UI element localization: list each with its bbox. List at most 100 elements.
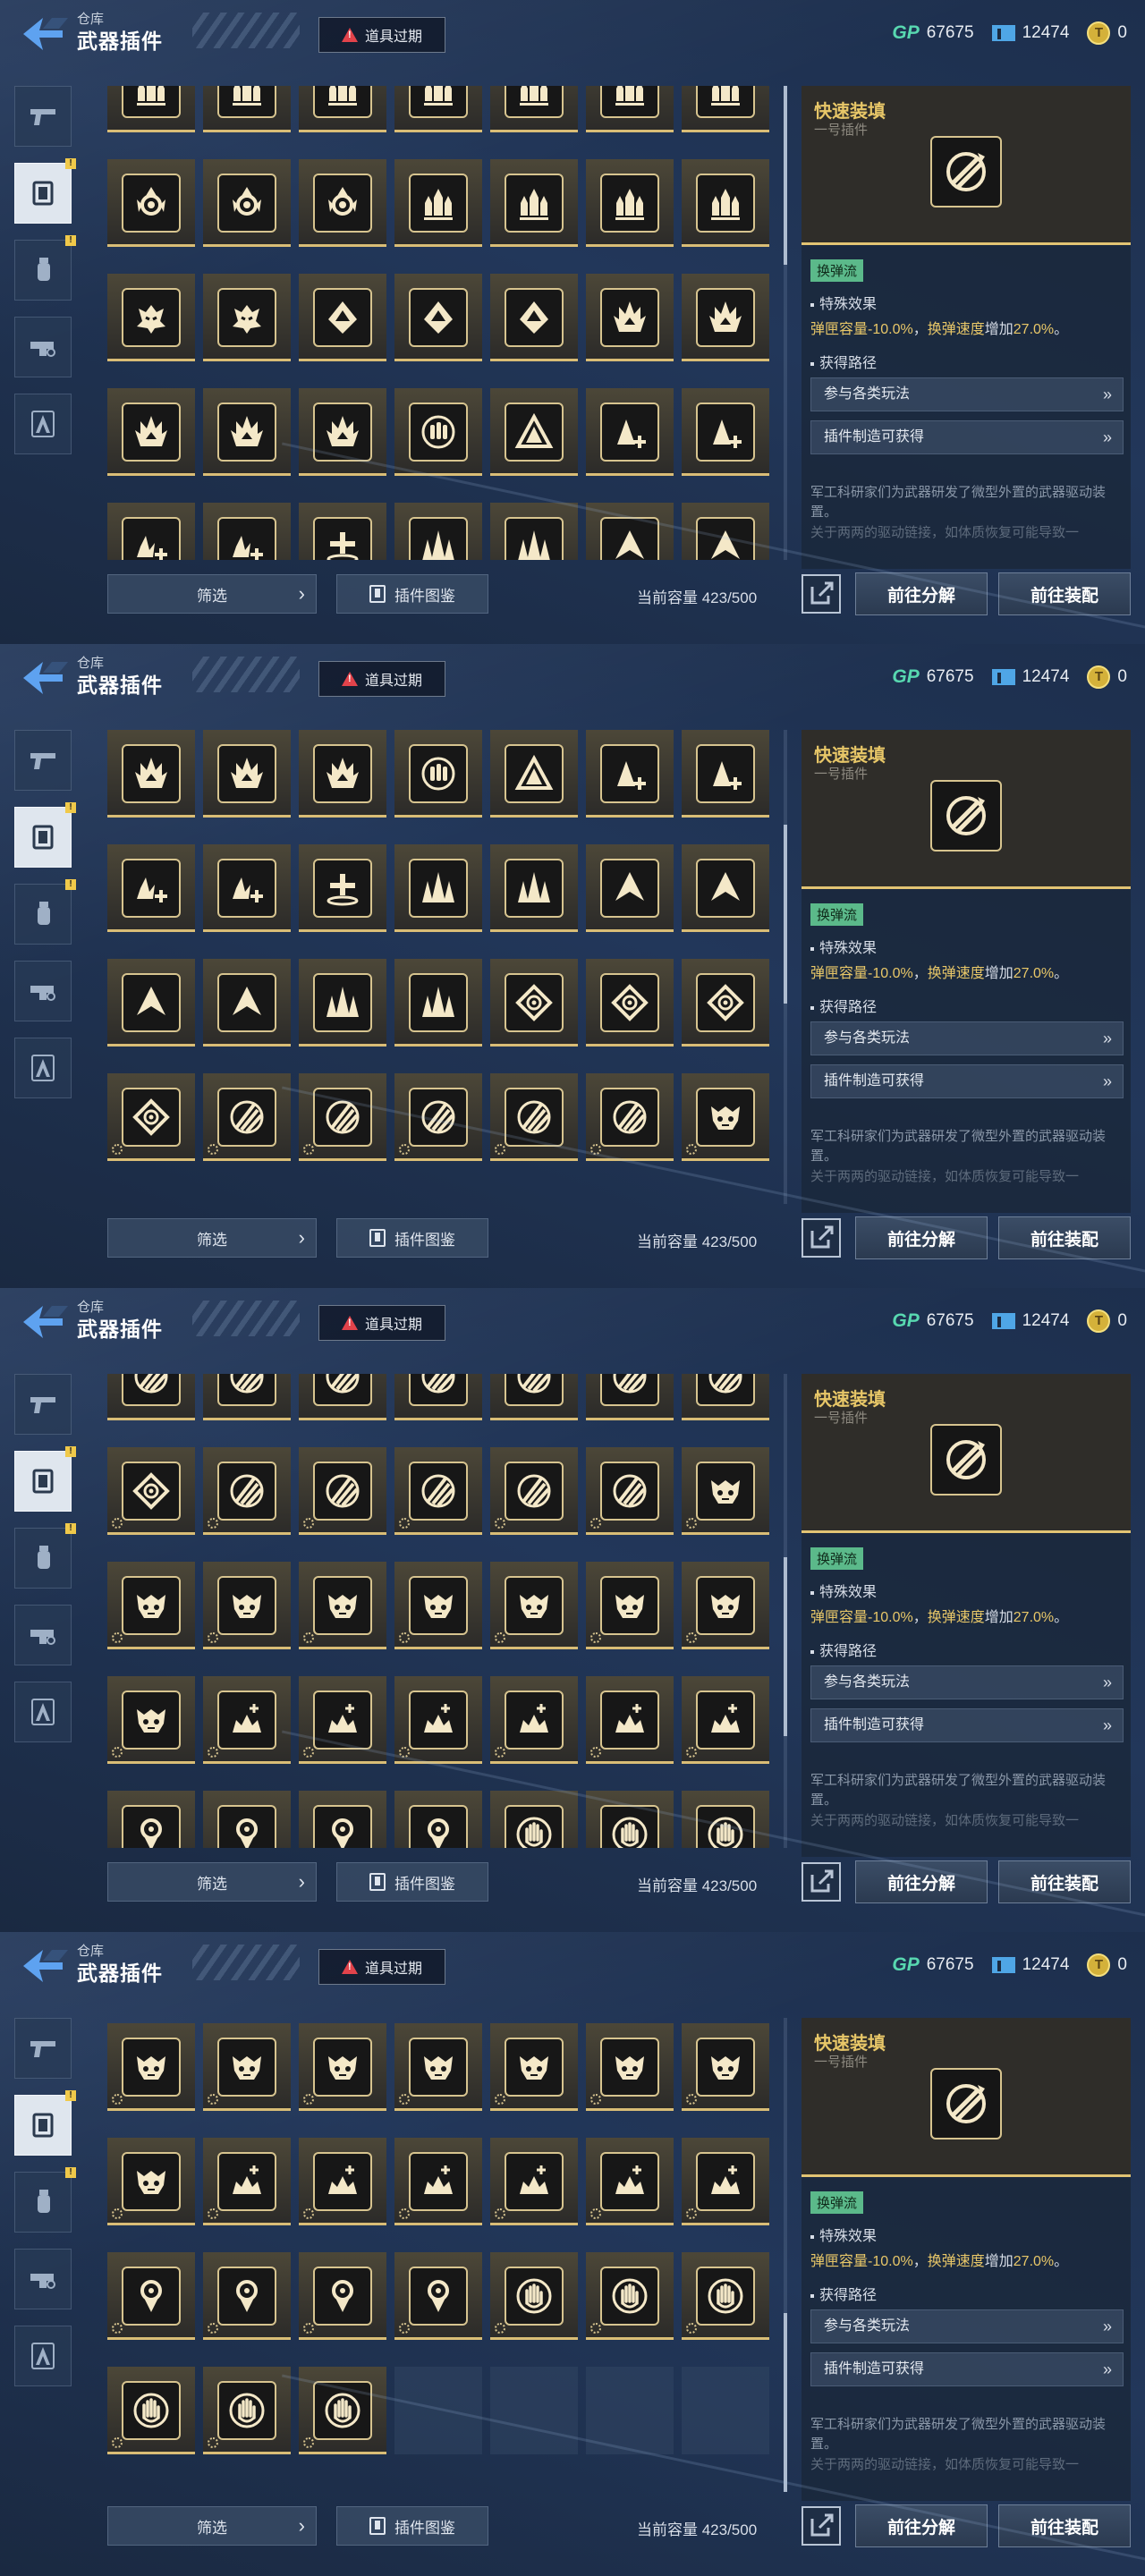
plugin-card[interactable]	[299, 388, 386, 476]
plugin-card[interactable]	[107, 1791, 195, 1848]
plugin-card[interactable]	[203, 1447, 291, 1535]
share-button[interactable]	[802, 1218, 841, 1258]
plugin-card[interactable]	[490, 2252, 578, 2340]
plugin-card[interactable]	[203, 2138, 291, 2225]
plugin-card[interactable]	[107, 2138, 195, 2225]
scrollbar-thumb[interactable]	[784, 1556, 787, 1736]
plugin-card[interactable]	[203, 1073, 291, 1161]
plugin-card[interactable]	[682, 86, 769, 132]
plugin-card[interactable]	[682, 2252, 769, 2340]
plugin-card[interactable]	[299, 1374, 386, 1420]
plugin-card[interactable]	[490, 503, 578, 560]
plugin-card[interactable]	[394, 1791, 482, 1848]
plugin-card[interactable]	[490, 2023, 578, 2111]
plugin-card[interactable]	[299, 959, 386, 1046]
plugin-card[interactable]	[203, 730, 291, 818]
sidebar-tab-pistol[interactable]	[14, 1374, 72, 1435]
plugin-card[interactable]	[490, 1374, 578, 1420]
plugin-card[interactable]	[394, 1073, 482, 1161]
plugin-card[interactable]	[299, 1791, 386, 1848]
plugin-card[interactable]	[490, 959, 578, 1046]
plugin-card[interactable]	[490, 1447, 578, 1535]
plugin-card[interactable]	[299, 503, 386, 560]
plugin-card[interactable]	[586, 86, 674, 132]
plugin-card[interactable]	[682, 959, 769, 1046]
filter-button[interactable]: 筛选 ›	[107, 1218, 317, 1258]
plugin-card[interactable]	[394, 2252, 482, 2340]
plugin-card[interactable]	[586, 1447, 674, 1535]
plugin-card[interactable]	[203, 2367, 291, 2454]
sidebar-tab-weapon-mod[interactable]	[14, 1605, 72, 1665]
plugin-card[interactable]	[394, 159, 482, 247]
sidebar-tab-grenade[interactable]: !	[14, 2167, 76, 2233]
plugin-card[interactable]	[107, 1374, 195, 1420]
plugin-card[interactable]	[490, 1073, 578, 1161]
filter-button[interactable]: 筛选 ›	[107, 574, 317, 614]
back-button[interactable]	[16, 11, 70, 57]
plugin-card[interactable]	[203, 503, 291, 560]
plugin-card[interactable]	[394, 388, 482, 476]
back-button[interactable]	[16, 1943, 70, 1989]
sidebar-tab-weapon-mod[interactable]	[14, 2249, 72, 2309]
sidebar-tab-grenade[interactable]: !	[14, 235, 76, 301]
route-button-crafting[interactable]: 插件制造可获得 »	[810, 420, 1124, 454]
plugin-card[interactable]	[490, 86, 578, 132]
plugin-card[interactable]	[394, 959, 482, 1046]
plugin-card[interactable]	[490, 844, 578, 932]
plugin-card[interactable]	[586, 2138, 674, 2225]
back-button[interactable]	[16, 1299, 70, 1345]
expired-items-button[interactable]: 道具过期	[318, 1305, 445, 1341]
plugin-card[interactable]	[682, 388, 769, 476]
plugin-card[interactable]	[203, 2023, 291, 2111]
go-equip-button[interactable]: 前往装配	[998, 572, 1131, 615]
go-equip-button[interactable]: 前往装配	[998, 1216, 1131, 1259]
plugin-card[interactable]	[682, 1562, 769, 1649]
plugin-card[interactable]	[299, 2367, 386, 2454]
plugin-card[interactable]	[682, 1791, 769, 1848]
sidebar-tab-character[interactable]	[14, 394, 72, 454]
plugin-card[interactable]	[394, 1374, 482, 1420]
route-button-crafting[interactable]: 插件制造可获得 »	[810, 2352, 1124, 2386]
plugin-card[interactable]	[107, 2367, 195, 2454]
plugin-card[interactable]	[394, 1676, 482, 1764]
plugin-card[interactable]	[107, 2023, 195, 2111]
share-button[interactable]	[802, 2506, 841, 2546]
share-button[interactable]	[802, 1862, 841, 1902]
sidebar-tab-weapon-mod[interactable]	[14, 961, 72, 1021]
plugin-card[interactable]	[682, 503, 769, 560]
sidebar-tab-pistol[interactable]	[14, 86, 72, 147]
sidebar-tab-plugin-chip[interactable]: !	[14, 1446, 76, 1512]
plugin-card[interactable]	[299, 1073, 386, 1161]
go-decompose-button[interactable]: 前往分解	[855, 2504, 988, 2547]
expired-items-button[interactable]: 道具过期	[318, 17, 445, 53]
plugin-card[interactable]	[394, 1447, 482, 1535]
go-decompose-button[interactable]: 前往分解	[855, 1860, 988, 1903]
plugin-card[interactable]	[394, 2023, 482, 2111]
plugin-card[interactable]	[203, 86, 291, 132]
plugin-card[interactable]	[394, 2138, 482, 2225]
plugin-card[interactable]	[586, 2252, 674, 2340]
plugin-card[interactable]	[299, 159, 386, 247]
plugin-card[interactable]	[203, 159, 291, 247]
sidebar-tab-plugin-chip[interactable]: !	[14, 2090, 76, 2156]
scrollbar-thumb[interactable]	[784, 824, 787, 1004]
plugin-card[interactable]	[299, 2252, 386, 2340]
plugin-card[interactable]	[203, 274, 291, 361]
plugin-card[interactable]	[586, 1374, 674, 1420]
plugin-atlas-button[interactable]: 插件图鉴	[336, 1218, 488, 1258]
scrollbar-thumb[interactable]	[784, 86, 787, 265]
plugin-card[interactable]	[299, 2023, 386, 2111]
plugin-card[interactable]	[203, 388, 291, 476]
plugin-card[interactable]	[299, 86, 386, 132]
plugin-card[interactable]	[490, 2138, 578, 2225]
route-button-gameplay[interactable]: 参与各类玩法 »	[810, 2309, 1124, 2343]
plugin-card[interactable]	[682, 159, 769, 247]
sidebar-tab-plugin-chip[interactable]: !	[14, 802, 76, 868]
route-button-gameplay[interactable]: 参与各类玩法 »	[810, 377, 1124, 411]
plugin-card[interactable]	[107, 1447, 195, 1535]
plugin-card[interactable]	[586, 159, 674, 247]
plugin-card[interactable]	[299, 274, 386, 361]
plugin-card[interactable]	[586, 959, 674, 1046]
scrollbar-thumb[interactable]	[784, 2313, 787, 2492]
go-decompose-button[interactable]: 前往分解	[855, 1216, 988, 1259]
